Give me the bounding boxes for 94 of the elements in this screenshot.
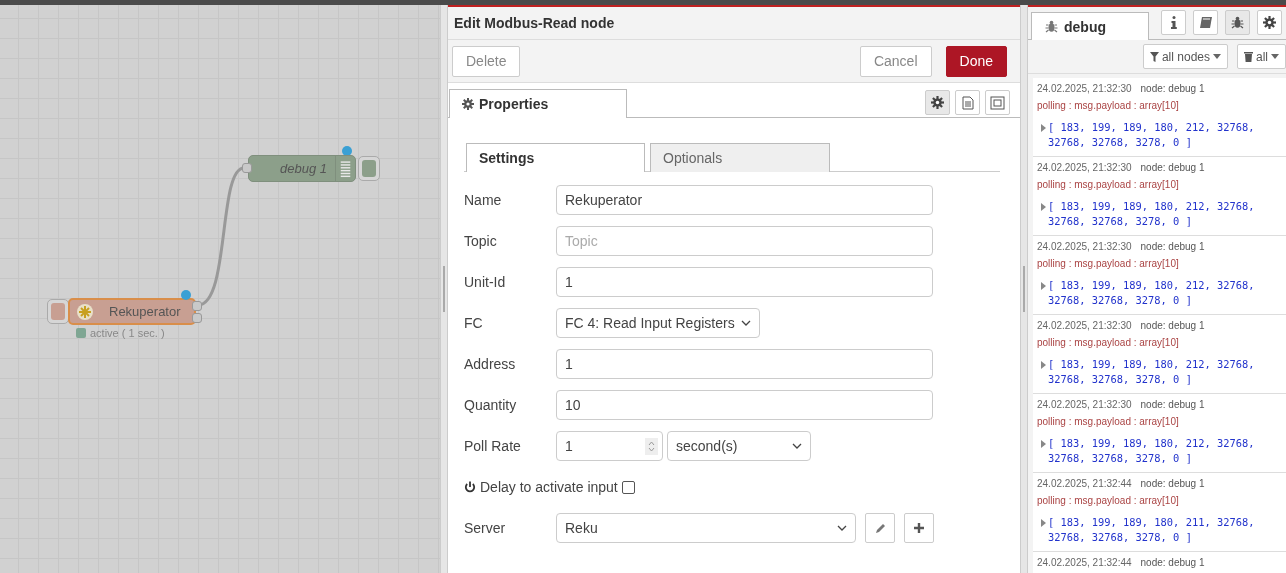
filter-dropdown[interactable]: all nodes bbox=[1142, 44, 1228, 69]
edit-button[interactable] bbox=[865, 513, 895, 543]
icon-tab[interactable] bbox=[1257, 10, 1282, 35]
checkbox[interactable] bbox=[622, 480, 635, 494]
button[interactable]: Cancel bbox=[859, 45, 932, 77]
document-icon bbox=[961, 95, 974, 110]
message-topic: polling : msg.payload : array[10] bbox=[1037, 100, 1180, 111]
info-icon bbox=[1170, 16, 1177, 29]
settings-icon bbox=[462, 98, 474, 110]
field-label: FC bbox=[464, 315, 484, 331]
message-value: [ 183, 199, 189, 180, 212, 32768, 32768, 32768, 3278, 0 ] bbox=[1048, 199, 1256, 229]
text-field[interactable]: 10 bbox=[556, 390, 933, 420]
select-field[interactable]: Reku bbox=[556, 513, 856, 543]
field-label: Poll Rate bbox=[464, 438, 522, 454]
text-field[interactable]: Rekuperator bbox=[556, 185, 933, 215]
inject-button[interactable] bbox=[47, 299, 69, 324]
message-value: [ 183, 199, 189, 180, 211, 32768, 32768, 32768, 3278, 0 ] bbox=[1048, 515, 1256, 545]
pencil-icon bbox=[874, 522, 886, 534]
message-node[interactable]: node: debug 1 bbox=[1140, 399, 1205, 410]
spinner-icon bbox=[645, 437, 658, 455]
select-field[interactable]: FC 4: Read Input Registers bbox=[556, 308, 760, 338]
message-value: [ 183, 199, 189, 180, 212, 32768, 32768, 32768, 3278, 0 ] bbox=[1048, 436, 1256, 466]
field-label: Address bbox=[464, 356, 517, 372]
icon-tab[interactable] bbox=[1161, 10, 1186, 35]
field-label: Quantity bbox=[464, 397, 518, 413]
tab[interactable]: Optionals bbox=[650, 143, 830, 172]
field-label: Server bbox=[464, 520, 507, 536]
caret-icon bbox=[1271, 54, 1279, 59]
filter-icon bbox=[1149, 51, 1159, 62]
status-text: active ( 1 sec. ) bbox=[90, 327, 165, 339]
number-field[interactable]: 1 bbox=[556, 431, 663, 461]
icon-tab[interactable] bbox=[1193, 10, 1218, 35]
expand-icon[interactable] bbox=[1041, 361, 1046, 369]
node-label: Rekuperator bbox=[108, 304, 182, 319]
tab[interactable]: Properties bbox=[449, 89, 627, 118]
field-label: Name bbox=[464, 192, 503, 208]
message-value: [ 183, 199, 189, 180, 212, 32768, 32768, 32768, 3278, 0 ] bbox=[1048, 278, 1256, 308]
message-time: 24.02.2025, 21:32:30 bbox=[1037, 320, 1132, 331]
chevron-icon bbox=[741, 320, 751, 326]
bug-icon bbox=[1231, 16, 1244, 29]
power-icon bbox=[464, 481, 476, 493]
settings-icon bbox=[931, 96, 944, 109]
text-field[interactable]: 1 bbox=[556, 349, 933, 379]
plus-icon bbox=[914, 523, 924, 533]
node-label: debug 1 bbox=[279, 161, 328, 176]
expand-icon[interactable] bbox=[1041, 282, 1046, 290]
message-node[interactable]: node: debug 1 bbox=[1140, 320, 1205, 331]
tab[interactable]: Settings bbox=[466, 143, 645, 172]
message-time: 24.02.2025, 21:32:44 bbox=[1037, 557, 1132, 568]
primary-button[interactable]: Done bbox=[945, 45, 1007, 77]
expand-icon[interactable] bbox=[1041, 124, 1046, 132]
message-node[interactable]: node: debug 1 bbox=[1140, 241, 1205, 252]
chevron-icon bbox=[837, 525, 847, 531]
icon-tab[interactable] bbox=[925, 90, 950, 115]
chevron-icon bbox=[792, 443, 802, 449]
add-button[interactable] bbox=[904, 513, 934, 543]
expand-icon[interactable] bbox=[1041, 440, 1046, 448]
message-time: 24.02.2025, 21:32:30 bbox=[1037, 399, 1132, 410]
message-topic: polling : msg.payload : array[10] bbox=[1037, 337, 1180, 348]
input-port[interactable] bbox=[242, 163, 252, 173]
expand-icon[interactable] bbox=[1041, 519, 1046, 527]
field-label: Delay to activate input bbox=[464, 479, 622, 495]
message-node[interactable]: node: debug 1 bbox=[1140, 557, 1205, 568]
field-label: Unit-Id bbox=[464, 274, 507, 290]
field-label: Topic bbox=[464, 233, 498, 249]
settings-icon bbox=[1263, 16, 1276, 29]
message-topic: polling : msg.payload : array[10] bbox=[1037, 495, 1180, 506]
tab[interactable]: debug bbox=[1031, 12, 1149, 40]
message-time: 24.02.2025, 21:32:44 bbox=[1037, 478, 1132, 489]
book-icon bbox=[1198, 16, 1213, 29]
message-node[interactable]: node: debug 1 bbox=[1140, 478, 1205, 489]
button[interactable]: Delete bbox=[452, 45, 521, 77]
message-value: [ 183, 199, 189, 180, 212, 32768, 32768, 32768, 3278, 0 ] bbox=[1048, 357, 1256, 387]
message-time: 24.02.2025, 21:32:30 bbox=[1037, 83, 1132, 94]
toggle-button[interactable] bbox=[358, 156, 380, 181]
expand-icon[interactable] bbox=[1041, 203, 1046, 211]
message-node[interactable]: node: debug 1 bbox=[1140, 162, 1205, 173]
message-topic: polling : msg.payload : array[10] bbox=[1037, 416, 1180, 427]
message-value: [ 183, 199, 189, 180, 212, 32768, 32768, 32768, 3278, 0 ] bbox=[1048, 120, 1256, 150]
bug-icon bbox=[1045, 20, 1058, 33]
message-time: 24.02.2025, 21:32:30 bbox=[1037, 162, 1132, 173]
message-node[interactable]: node: debug 1 bbox=[1140, 83, 1205, 94]
frame-icon bbox=[990, 95, 1005, 110]
clear-dropdown[interactable]: all bbox=[1237, 44, 1286, 69]
trash-icon bbox=[1244, 51, 1253, 62]
select-field[interactable]: second(s) bbox=[667, 431, 811, 461]
message-topic: polling : msg.payload : array[10] bbox=[1037, 258, 1180, 269]
text-field[interactable]: Topic bbox=[556, 226, 933, 256]
message-time: 24.02.2025, 21:32:30 bbox=[1037, 241, 1132, 252]
caret-icon bbox=[1213, 54, 1221, 59]
icon-tab[interactable] bbox=[1225, 10, 1250, 35]
text-field[interactable]: 1 bbox=[556, 267, 933, 297]
editor-title: Edit Modbus-Read node bbox=[454, 15, 615, 31]
message-topic: polling : msg.payload : array[10] bbox=[1037, 179, 1180, 190]
